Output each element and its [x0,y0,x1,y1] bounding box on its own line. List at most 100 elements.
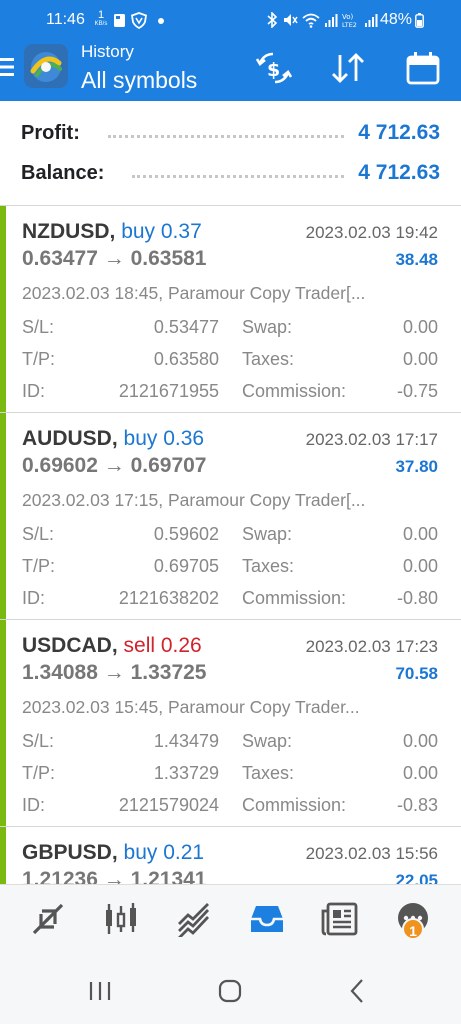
deal-symbol: USDCAD, sell 0.26 [22,634,202,657]
commission-value: -0.75 [396,381,438,401]
home-icon [218,979,242,1003]
svg-text:$: $ [267,59,280,81]
sl-label: S/L: [22,731,55,751]
taxes-label: Taxes: [242,349,295,369]
deal-type: buy 0.36 [123,427,205,450]
balance-label: Balance: [21,161,105,184]
deal-time: 2023.02.03 15:56 [305,844,438,863]
deal-status-bar [0,206,6,413]
deal-prices: 0.69602 → 0.69707 [22,454,207,477]
chart-icon [106,903,136,934]
sl-label: S/L: [22,317,55,337]
deal-status-bar [0,620,6,827]
deal-profit: 22.05 [395,871,438,884]
commission-value: -0.80 [396,588,438,608]
balance-value: 4 712.63 [358,161,440,184]
wifi-icon [302,13,320,28]
sl-value: 0.53477 [153,317,219,337]
nav-chart[interactable] [99,899,143,939]
swap-value: 0.00 [402,524,438,544]
deal-type: buy 0.21 [123,841,205,864]
dotted-leader [107,134,345,138]
currency-swap-icon: $ [255,52,293,84]
currency-swap-button[interactable]: $ [254,48,294,88]
deal-item[interactable]: USDCAD, sell 0.26 2023.02.03 17:23 1.340… [0,620,461,827]
recents-icon [89,982,111,1000]
deal-time: 2023.02.03 17:17 [305,430,438,449]
commission-label: Commission: [242,795,347,815]
network-speed-unit: KB/s [94,21,108,27]
id-label: ID: [22,588,46,608]
battery-percent: 48% [380,11,413,28]
battery-icon [415,13,424,28]
tp-label: T/P: [22,556,56,576]
profit-label: Profit: [21,121,80,144]
sort-icon [332,53,364,83]
bottom-nav [0,884,461,954]
status-time: 11:46 [46,11,85,28]
deal-prices: 1.21236 → 1.21341 [22,868,207,884]
page-subtitle: History [81,42,134,61]
back-button[interactable] [338,976,378,1006]
swap-label: Swap: [242,731,293,751]
id-value: 2121638202 [118,588,219,608]
recents-button[interactable] [80,976,120,1006]
page-title[interactable]: All symbols [81,67,197,94]
deal-comment: 2023.02.03 18:45, Paramour Copy Trader[.… [22,283,366,303]
deal-symbol: AUDUSD, buy 0.36 [22,427,205,450]
id-value: 2121579024 [118,795,219,815]
taxes-value: 0.00 [402,556,438,576]
tp-label: T/P: [22,763,56,783]
sort-button[interactable] [328,48,368,88]
image-icon [114,13,125,27]
deal-item[interactable]: GBPUSD, buy 0.21 2023.02.03 15:56 1.2123… [0,827,461,884]
quotes-icon [32,903,64,935]
bluetooth-icon [267,12,278,28]
deal-time: 2023.02.03 19:42 [305,223,438,242]
deal-item[interactable]: AUDUSD, buy 0.36 2023.02.03 17:17 0.6960… [0,413,461,620]
swap-label: Swap: [242,317,293,337]
swap-label: Swap: [242,524,293,544]
calendar-button[interactable] [403,48,443,88]
network-speed-value: 1 [97,9,105,21]
signal-icon [325,14,338,27]
taxes-value: 0.00 [402,763,438,783]
taxes-label: Taxes: [242,556,295,576]
mute-icon [284,14,298,26]
nav-history[interactable] [245,899,289,939]
news-icon [321,902,358,936]
home-button[interactable] [210,976,250,1006]
signal-icon [365,14,378,27]
deal-symbol: GBPUSD, buy 0.21 [22,841,205,864]
deal-comment: 2023.02.03 15:45, Paramour Copy Trader..… [22,697,360,717]
system-nav-bar [0,954,461,1024]
tp-value: 1.33729 [153,763,219,783]
history-icon [251,906,283,932]
deal-item[interactable]: NZDUSD, buy 0.37 2023.02.03 19:42 0.6347… [0,206,461,413]
calendar-icon [406,52,440,85]
swap-value: 0.00 [402,317,438,337]
id-label: ID: [22,381,46,401]
deal-symbol: NZDUSD, buy 0.37 [22,220,202,243]
deal-type: sell 0.26 [123,634,202,657]
back-icon [350,979,363,1003]
nav-trade[interactable] [172,899,216,939]
balance-row: Balance: 4 712.63 [21,158,440,188]
nav-news[interactable] [318,899,362,939]
commission-label: Commission: [242,381,347,401]
deal-profit: 38.48 [395,250,438,269]
deal-comment: 2023.02.03 17:15, Paramour Copy Trader[.… [22,490,366,510]
chat-badge: 1 [402,918,424,940]
tp-value: 0.69705 [153,556,219,576]
deal-type: buy 0.37 [121,220,202,243]
dot-icon [158,18,164,24]
menu-icon[interactable] [0,56,14,78]
commission-label: Commission: [242,588,347,608]
nav-quotes[interactable] [26,899,70,939]
id-value: 2121671955 [118,381,219,401]
summary-panel: Profit: 4 712.63 Balance: 4 712.63 [0,101,461,205]
taxes-value: 0.00 [402,349,438,369]
shield-icon [131,11,147,29]
app-logo [24,44,68,88]
svg-text:LTE2: LTE2 [342,21,357,28]
